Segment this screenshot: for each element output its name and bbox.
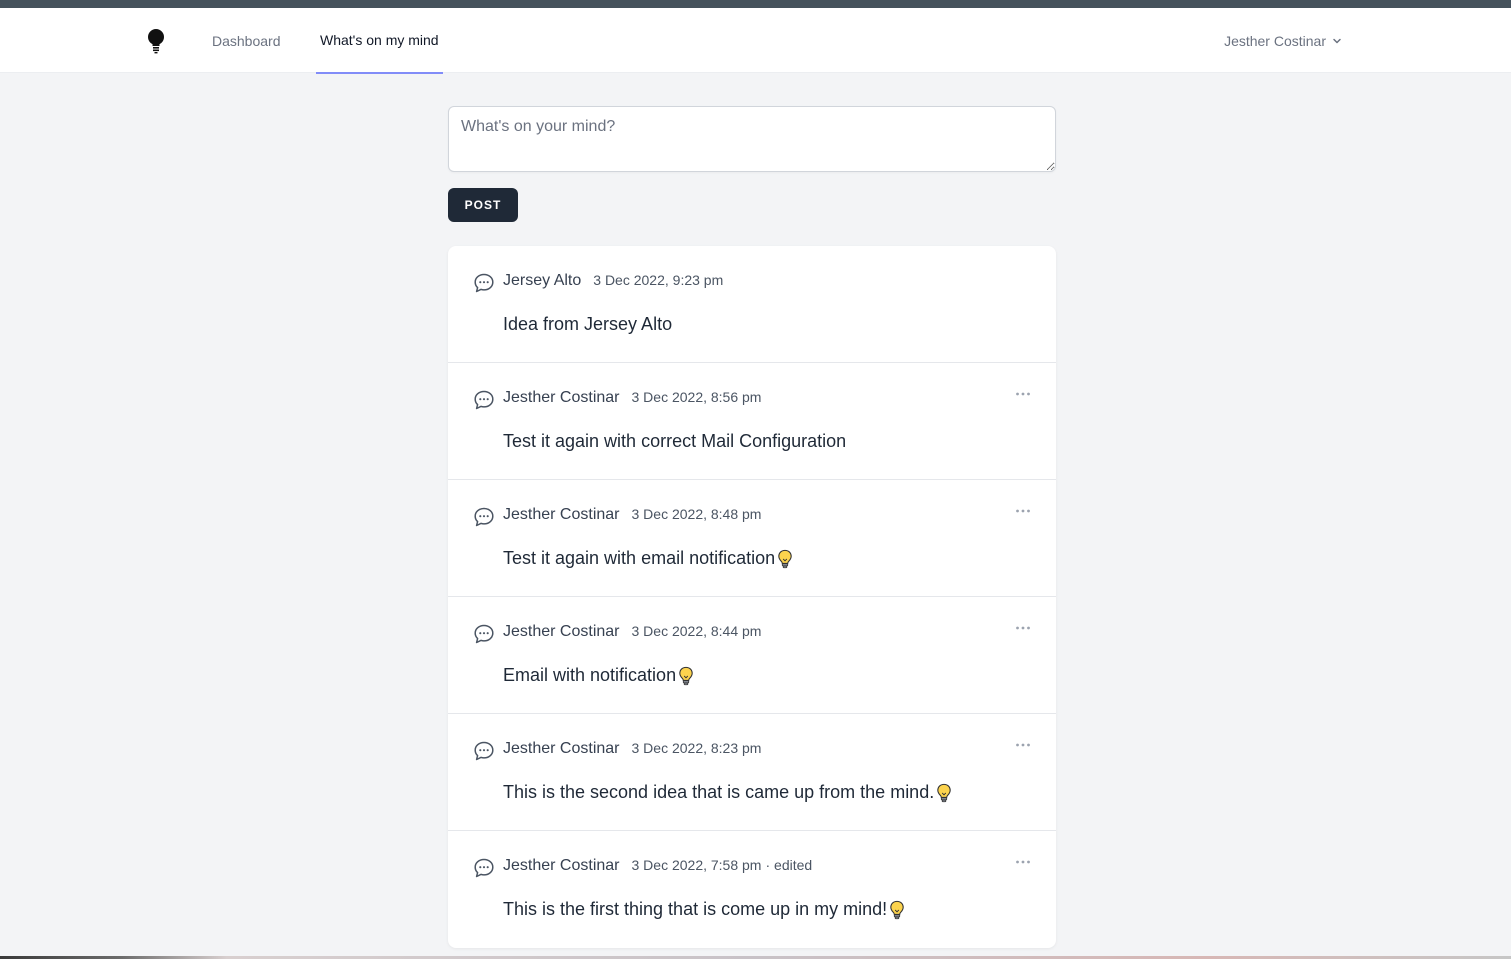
post-author: Jesther Costinar	[503, 389, 620, 406]
post-item: Jesther Costinar 3 Dec 2022, 8:23 pm Thi…	[448, 714, 1056, 831]
post-timestamp: 3 Dec 2022, 8:56 pm	[631, 389, 762, 405]
post-body: Test it again with email notification	[503, 548, 794, 569]
post-header: Jesther Costinar 3 Dec 2022, 8:48 pm	[503, 506, 761, 524]
post-author: Jesther Costinar	[503, 740, 620, 757]
post-options-button[interactable]	[1014, 621, 1032, 635]
post-text: Email with notification	[503, 665, 677, 685]
ideas-feed: Jersey Alto 3 Dec 2022, 9:23 pm Idea fro…	[448, 246, 1056, 948]
post-timestamp: 3 Dec 2022, 8:44 pm	[631, 623, 762, 639]
post-item: Jesther Costinar 3 Dec 2022, 8:44 pm Ema…	[448, 597, 1056, 714]
post-button[interactable]: POST	[448, 188, 518, 222]
ellipsis-icon	[1016, 509, 1030, 513]
post-author: Jersey Alto	[503, 272, 582, 289]
post-timestamp: 3 Dec 2022, 7:58 pm	[631, 857, 762, 873]
nav-link-dashboard[interactable]: Dashboard	[212, 8, 281, 73]
post-header: Jesther Costinar 3 Dec 2022, 7:58 pm · e…	[503, 857, 812, 875]
post-options-button[interactable]	[1014, 855, 1032, 869]
nav-link-whats-on-my-mind[interactable]: What's on my mind	[316, 8, 443, 74]
post-item: Jesther Costinar 3 Dec 2022, 8:56 pm Tes…	[448, 363, 1056, 480]
post-item: Jesther Costinar 3 Dec 2022, 7:58 pm · e…	[448, 831, 1056, 948]
post-text: Test it again with correct Mail Configur…	[503, 431, 847, 451]
post-header: Jersey Alto 3 Dec 2022, 9:23 pm	[503, 272, 723, 290]
ellipsis-icon	[1016, 626, 1030, 630]
lightbulb-emoji-icon	[888, 900, 906, 920]
ellipsis-icon	[1016, 860, 1030, 864]
post-header: Jesther Costinar 3 Dec 2022, 8:44 pm	[503, 623, 761, 641]
chevron-down-icon	[1333, 38, 1341, 43]
chat-bubble-icon	[473, 857, 495, 879]
post-body: This is the second idea that is came up …	[503, 782, 953, 803]
post-timestamp: 3 Dec 2022, 9:23 pm	[593, 272, 724, 288]
post-text: Idea from Jersey Alto	[503, 314, 673, 334]
post-text: This is the first thing that is come up …	[503, 899, 888, 919]
chat-bubble-icon	[473, 740, 495, 762]
chat-bubble-icon	[473, 506, 495, 528]
post-options-button[interactable]	[1014, 738, 1032, 752]
post-header: Jesther Costinar 3 Dec 2022, 8:23 pm	[503, 740, 761, 758]
top-navigation: Dashboard What's on my mind Jesther Cost…	[0, 8, 1511, 74]
post-edited-label: · edited	[765, 857, 813, 873]
post-text: Test it again with email notification	[503, 548, 776, 568]
post-options-button[interactable]	[1014, 504, 1032, 518]
ellipsis-icon	[1016, 743, 1030, 747]
post-header: Jesther Costinar 3 Dec 2022, 8:56 pm	[503, 389, 761, 407]
post-body: Idea from Jersey Alto	[503, 314, 672, 335]
post-timestamp: 3 Dec 2022, 8:23 pm	[631, 740, 762, 756]
post-timestamp: 3 Dec 2022, 8:48 pm	[631, 506, 762, 522]
chat-bubble-icon	[473, 389, 495, 411]
post-text: This is the second idea that is came up …	[503, 782, 935, 802]
post-author: Jesther Costinar	[503, 623, 620, 640]
user-menu[interactable]: Jesther Costinar	[1224, 8, 1343, 73]
whats-on-your-mind-input[interactable]	[448, 106, 1056, 172]
post-item: Jersey Alto 3 Dec 2022, 9:23 pm Idea fro…	[448, 246, 1056, 363]
post-body: Email with notification	[503, 665, 695, 686]
user-name: Jesther Costinar	[1224, 32, 1326, 49]
chat-bubble-icon	[473, 623, 495, 645]
post-author: Jesther Costinar	[503, 857, 620, 874]
post-body: This is the first thing that is come up …	[503, 899, 906, 920]
post-item: Jesther Costinar 3 Dec 2022, 8:48 pm Tes…	[448, 480, 1056, 597]
lightbulb-emoji-icon	[677, 666, 695, 686]
post-author: Jesther Costinar	[503, 506, 620, 523]
lightbulb-emoji-icon	[776, 549, 794, 569]
chat-bubble-icon	[473, 272, 495, 294]
post-body: Test it again with correct Mail Configur…	[503, 431, 846, 452]
post-options-button[interactable]	[1014, 387, 1032, 401]
ellipsis-icon	[1016, 392, 1030, 396]
window-top-strip	[0, 0, 1511, 8]
lightbulb-emoji-icon	[935, 783, 953, 803]
lightbulb-icon[interactable]	[146, 28, 166, 54]
